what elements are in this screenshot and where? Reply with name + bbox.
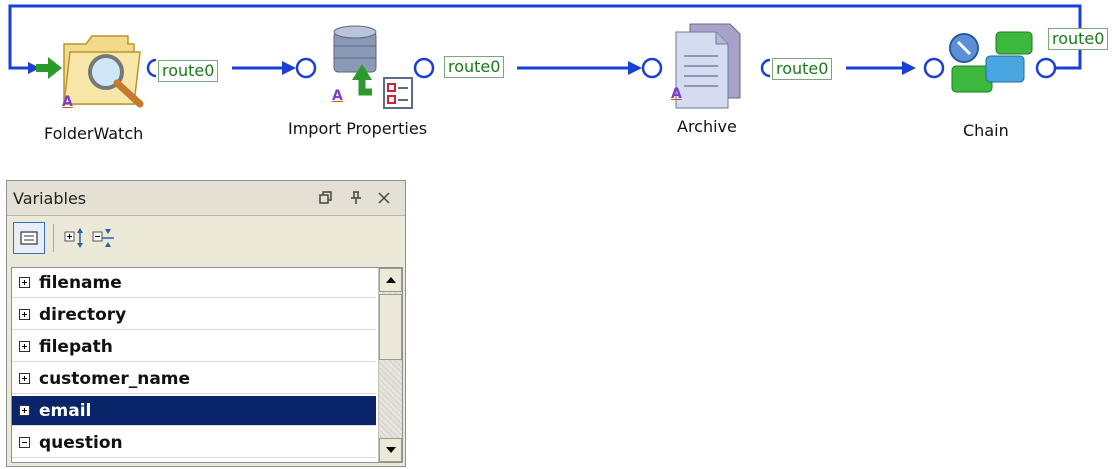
expand-icon[interactable]: [19, 373, 30, 384]
arrowhead: [902, 61, 916, 75]
variable-name: email: [39, 400, 92, 421]
input-port[interactable]: [923, 57, 945, 79]
workflow-canvas[interactable]: route0 route0 route0 route0 FolderWatch …: [0, 0, 1112, 172]
close-icon[interactable]: [371, 185, 397, 211]
route-label[interactable]: route0: [444, 56, 505, 78]
node-label-folderwatch: FolderWatch: [44, 124, 144, 143]
node-label-archive: Archive: [677, 117, 737, 136]
output-port[interactable]: [760, 58, 771, 78]
float-window-icon[interactable]: [313, 185, 339, 211]
variable-row[interactable]: question: [12, 428, 376, 458]
scrollbar-thumb[interactable]: [379, 294, 402, 360]
expand-icon[interactable]: [19, 277, 30, 288]
chain-icon[interactable]: [949, 31, 1033, 93]
node-label-import-properties: Import Properties: [288, 119, 428, 138]
variable-name: directory: [39, 304, 127, 325]
route-label[interactable]: route0: [772, 58, 833, 80]
panel-title-bar[interactable]: Variables: [7, 181, 405, 216]
variable-row-selected[interactable]: email: [12, 396, 376, 426]
workflow-connections: [8, 4, 1082, 109]
pin-icon[interactable]: [343, 185, 369, 211]
output-port[interactable]: [1035, 57, 1057, 79]
expand-icon[interactable]: [19, 341, 30, 352]
input-port[interactable]: [641, 57, 663, 79]
route-label[interactable]: route0: [1048, 28, 1109, 50]
collapse-all-icon[interactable]: [87, 222, 119, 254]
panel-title: Variables: [13, 189, 87, 208]
route-label[interactable]: route0: [158, 60, 219, 82]
expand-icon[interactable]: [19, 309, 30, 320]
folder-watch-icon[interactable]: [63, 35, 144, 108]
start-arrow-icon: [36, 57, 62, 79]
output-port[interactable]: [413, 57, 435, 79]
arrowhead: [628, 61, 642, 75]
variable-row[interactable]: filename: [12, 268, 376, 298]
variables-panel: Variables filename directory filepath cu…: [6, 180, 406, 467]
scroll-down-icon[interactable]: [379, 438, 402, 462]
arrowhead: [282, 61, 296, 75]
toolbar-separator: [53, 224, 54, 252]
variables-list[interactable]: filename directory filepath customer_nam…: [11, 267, 403, 463]
variable-row[interactable]: filepath: [12, 332, 376, 362]
variable-name: customer_name: [39, 368, 191, 389]
list-view-icon[interactable]: [13, 222, 45, 254]
variable-row[interactable]: directory: [12, 300, 376, 330]
node-label-chain: Chain: [963, 121, 1009, 140]
variable-row[interactable]: customer_name: [12, 364, 376, 394]
assignment-marker: A: [62, 94, 73, 110]
vertical-scrollbar[interactable]: [378, 268, 402, 462]
variable-name: filepath: [39, 336, 113, 357]
loop-connector[interactable]: [8, 4, 1082, 70]
archive-icon[interactable]: [675, 23, 741, 109]
collapse-icon[interactable]: [19, 437, 30, 448]
variable-name: filename: [39, 272, 122, 293]
assignment-marker: A: [332, 88, 343, 104]
input-port[interactable]: [295, 57, 317, 79]
panel-toolbar: [7, 216, 405, 260]
scroll-up-icon[interactable]: [379, 268, 402, 292]
expand-icon[interactable]: [19, 405, 30, 416]
import-properties-icon[interactable]: [333, 25, 413, 109]
output-port[interactable]: [146, 58, 157, 78]
assignment-marker: A: [671, 86, 682, 102]
variable-name: question: [39, 432, 123, 453]
